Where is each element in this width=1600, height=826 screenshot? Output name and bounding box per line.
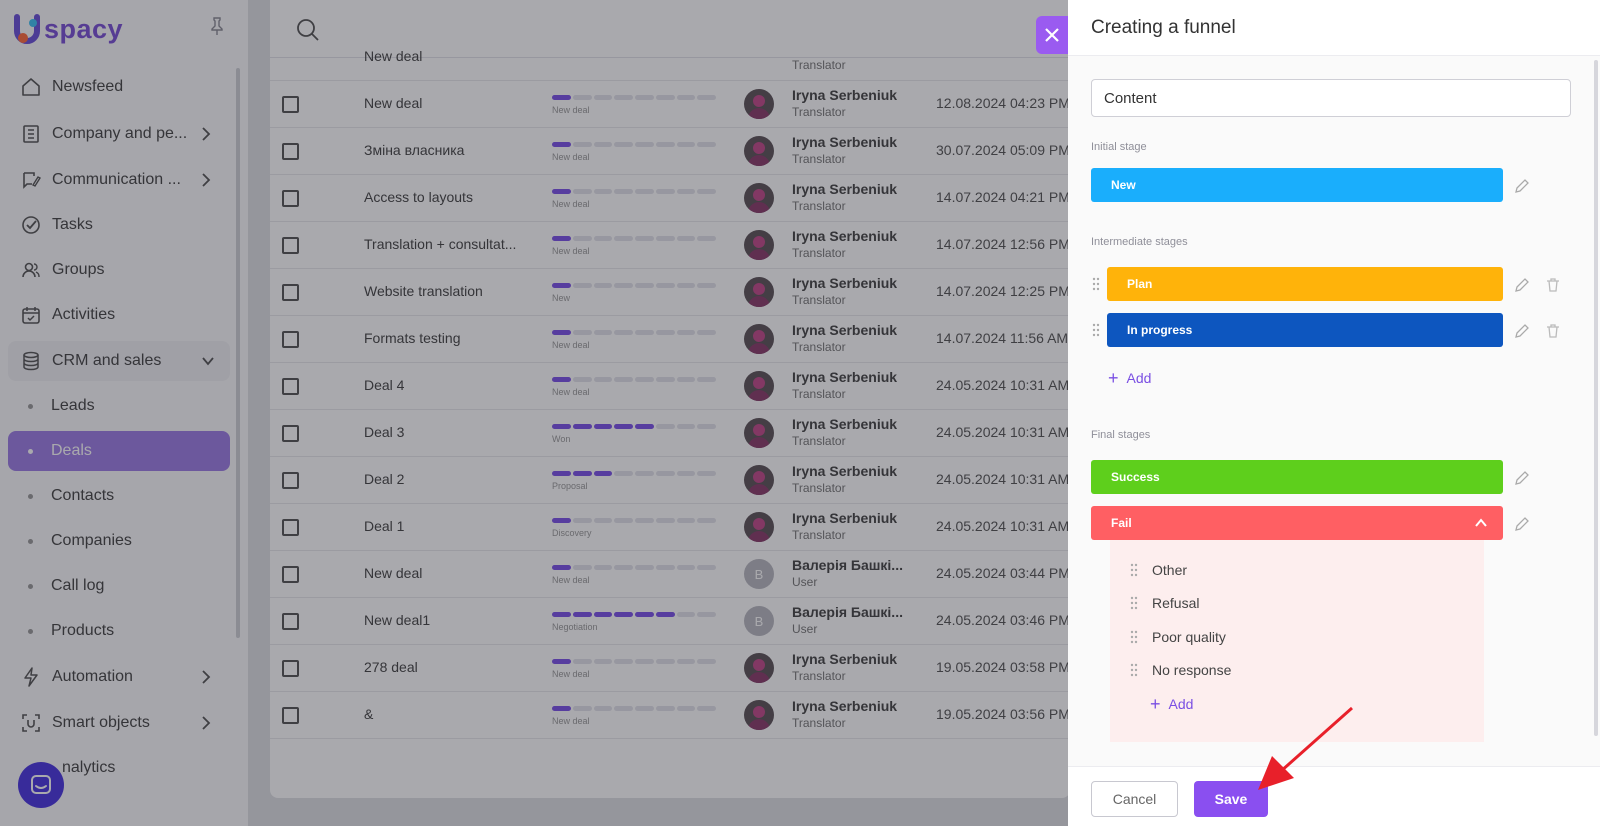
stage-in-progress[interactable]: In progress <box>1107 313 1503 347</box>
create-funnel-drawer: Creating a funnel Initial stage New Inte… <box>1068 0 1600 826</box>
trash-icon[interactable] <box>1545 277 1561 293</box>
drawer-header: Creating a funnel <box>1068 0 1600 56</box>
annotation-arrow-icon <box>1258 706 1353 790</box>
cancel-button[interactable]: Cancel <box>1091 781 1178 817</box>
edit-icon[interactable] <box>1514 277 1530 293</box>
close-drawer-button[interactable] <box>1036 16 1068 54</box>
fail-reason-item[interactable]: Refusal <box>1130 595 1199 611</box>
final-stages-label: Final stages <box>1091 429 1151 441</box>
drawer-scrollbar[interactable] <box>1594 60 1598 736</box>
fail-reason-item[interactable]: No response <box>1130 662 1231 678</box>
edit-icon[interactable] <box>1514 323 1530 339</box>
fail-reason-label: Other <box>1152 562 1188 578</box>
initial-stage-label: Initial stage <box>1091 141 1147 153</box>
edit-icon[interactable] <box>1514 516 1530 532</box>
add-fail-reason-button[interactable]: + Add <box>1150 694 1194 714</box>
plus-icon: + <box>1108 368 1119 388</box>
fail-reason-item[interactable]: Other <box>1130 562 1187 578</box>
drag-handle-icon[interactable] <box>1130 563 1138 577</box>
drag-handle-icon[interactable] <box>1130 630 1138 644</box>
drag-handle-icon[interactable] <box>1092 277 1100 291</box>
chevron-up-icon[interactable] <box>1475 518 1487 528</box>
add-intermediate-stage-button[interactable]: + Add <box>1108 368 1152 388</box>
fail-reason-label: Poor quality <box>1152 629 1226 645</box>
stage-success[interactable]: Success <box>1091 460 1503 494</box>
drag-handle-icon[interactable] <box>1092 323 1100 337</box>
edit-icon[interactable] <box>1514 470 1530 486</box>
intermediate-stages-label: Intermediate stages <box>1091 236 1188 248</box>
funnel-name-input[interactable] <box>1091 79 1571 117</box>
fail-reason-label: Refusal <box>1152 595 1200 611</box>
plus-icon: + <box>1150 694 1161 714</box>
fail-reason-label: No response <box>1152 662 1232 678</box>
drag-handle-icon[interactable] <box>1130 663 1138 677</box>
stage-fail-label: Fail <box>1111 516 1132 530</box>
fail-reason-item[interactable]: Poor quality <box>1130 629 1226 645</box>
edit-icon[interactable] <box>1514 178 1530 194</box>
drawer-title: Creating a funnel <box>1091 17 1236 38</box>
add-label: Add <box>1168 696 1194 712</box>
stage-plan[interactable]: Plan <box>1107 267 1503 301</box>
close-icon <box>1045 28 1059 42</box>
stage-fail[interactable]: Fail <box>1091 506 1503 540</box>
trash-icon[interactable] <box>1545 323 1561 339</box>
stage-new[interactable]: New <box>1091 168 1503 202</box>
add-label: Add <box>1126 370 1152 386</box>
drag-handle-icon[interactable] <box>1130 596 1138 610</box>
